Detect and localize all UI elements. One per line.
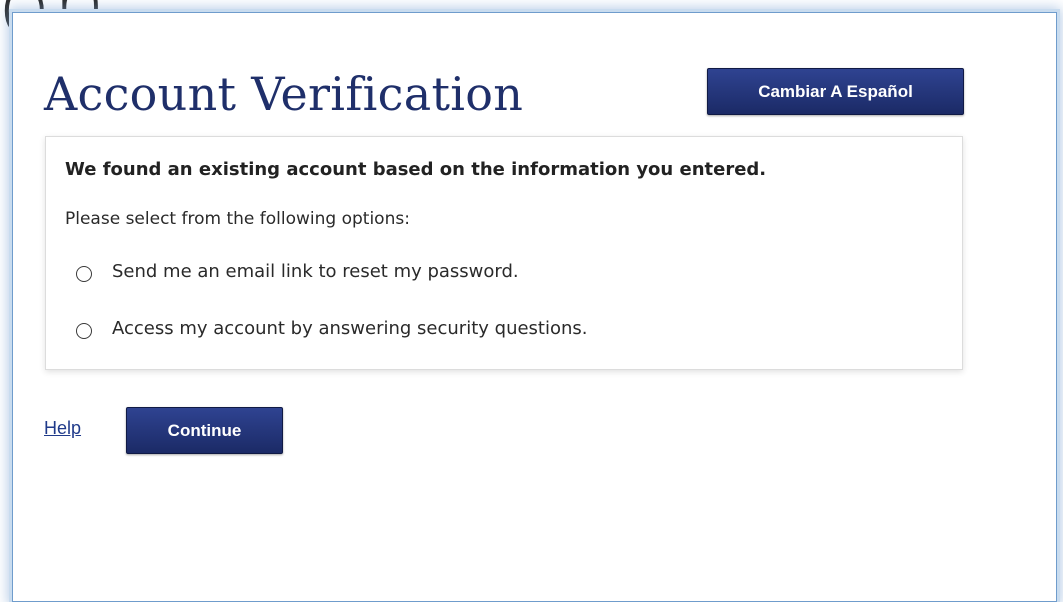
options-panel: We found an existing account based on th… [45, 136, 963, 370]
instructions-text: Please select from the following options… [65, 209, 410, 229]
continue-button[interactable]: Continue [126, 407, 283, 454]
change-language-button[interactable]: Cambiar A Español [707, 68, 964, 115]
option-email-reset[interactable]: Send me an email link to reset my passwo… [76, 261, 519, 282]
security-questions-label: Access my account by answering security … [112, 318, 588, 339]
security-questions-radio[interactable] [76, 322, 92, 339]
help-link[interactable]: Help [44, 418, 81, 439]
panel-heading: We found an existing account based on th… [65, 159, 767, 180]
email-reset-radio[interactable] [76, 265, 92, 282]
account-verification-dialog: Account Verification Cambiar A Español W… [12, 12, 1057, 602]
page-title: Account Verification [44, 67, 524, 121]
email-reset-label: Send me an email link to reset my passwo… [112, 261, 519, 282]
option-security-questions[interactable]: Access my account by answering security … [76, 318, 588, 339]
